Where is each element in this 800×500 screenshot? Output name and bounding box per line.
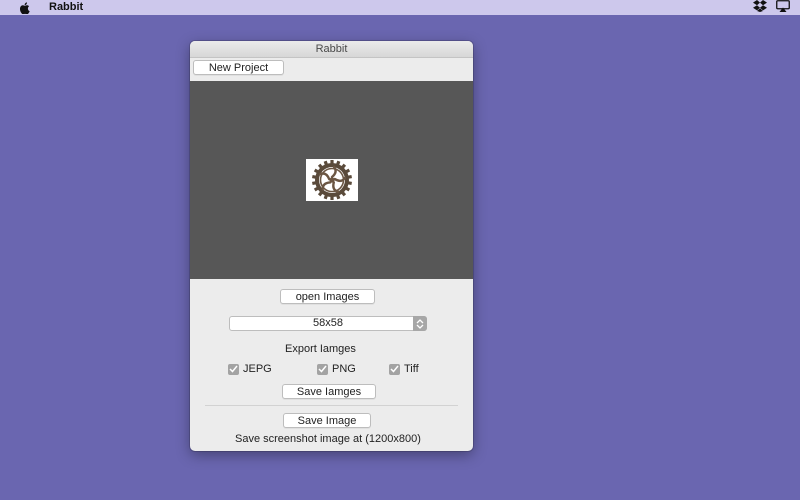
window-title[interactable]: Rabbit [190, 41, 473, 58]
format-label: Tiff [404, 363, 419, 375]
apple-icon[interactable] [19, 0, 30, 15]
dropbox-icon[interactable] [753, 0, 767, 15]
gear-icon [310, 159, 354, 206]
chevron-updown-icon[interactable] [413, 316, 427, 331]
menu-bar: Rabbit [0, 0, 800, 15]
format-checkbox-png[interactable]: PNG [317, 363, 356, 375]
save-image-button[interactable]: Save Image [283, 413, 371, 428]
export-heading: Export Iamges [285, 343, 356, 355]
rabbit-window: Rabbit New Project open Images 58x58 Exp… [190, 41, 473, 451]
screenshot-note: Save screenshot image at (1200x800) [235, 433, 421, 445]
section-divider [205, 405, 458, 406]
format-label: PNG [332, 363, 356, 375]
airplay-icon[interactable] [776, 0, 790, 15]
format-checkbox-jepg[interactable]: JEPG [228, 363, 272, 375]
size-select-value: 58x58 [313, 317, 343, 329]
status-tray [753, 0, 790, 15]
new-project-button[interactable]: New Project [193, 60, 284, 75]
check-icon [389, 363, 400, 375]
app-menu-name[interactable]: Rabbit [49, 0, 83, 15]
format-checkbox-tiff[interactable]: Tiff [389, 363, 419, 375]
size-select[interactable]: 58x58 [229, 316, 427, 331]
format-label: JEPG [243, 363, 272, 375]
image-preview-canvas[interactable] [190, 81, 473, 279]
check-icon [228, 363, 239, 375]
preview-thumbnail [306, 159, 358, 201]
save-images-button[interactable]: Save Iamges [282, 384, 376, 399]
check-icon [317, 363, 328, 375]
open-images-button[interactable]: open Images [280, 289, 375, 304]
